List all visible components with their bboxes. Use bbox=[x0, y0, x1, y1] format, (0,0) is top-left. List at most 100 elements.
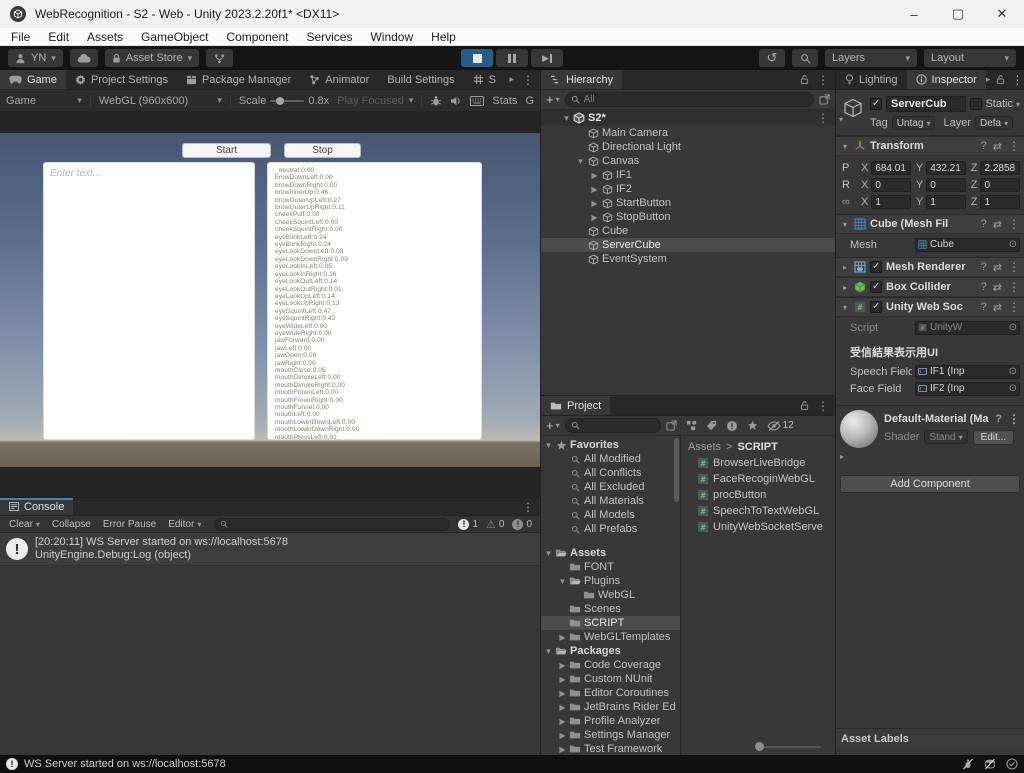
mesh-renderer-header[interactable]: ▸ Mesh Renderer ?⇄⋮ bbox=[836, 257, 1024, 277]
tree-item-all-models[interactable]: All Models bbox=[541, 508, 680, 522]
favorites-star-icon[interactable] bbox=[747, 420, 758, 431]
tree-item-canvas[interactable]: ▼Canvas bbox=[541, 154, 835, 168]
project-search-input[interactable] bbox=[584, 420, 655, 431]
tree-item-if1[interactable]: ▶IF1 bbox=[541, 168, 835, 182]
foldout-arrow[interactable]: ▶ bbox=[557, 689, 568, 698]
tree-item-jetbrains-rider-ed[interactable]: ▶JetBrains Rider Ed bbox=[541, 700, 680, 714]
file-unitywebsocketserve[interactable]: #UnityWebSocketServe bbox=[681, 519, 835, 535]
tree-item-profile-analyzer[interactable]: ▶Profile Analyzer bbox=[541, 714, 680, 728]
foldout-arrow[interactable]: ▼ bbox=[543, 441, 554, 450]
tree-item-main-camera[interactable]: Main Camera bbox=[541, 126, 835, 140]
presets-icon[interactable]: ⇄ bbox=[993, 218, 1002, 231]
lock-icon[interactable] bbox=[800, 400, 809, 411]
tree-item-settings-manager[interactable]: ▶Settings Manager bbox=[541, 728, 680, 742]
foldout-arrow[interactable]: ▶ bbox=[557, 661, 568, 670]
object-picker-icon[interactable]: ⊙ bbox=[1009, 366, 1017, 377]
tab-overflow-arrow[interactable]: ▸ bbox=[986, 74, 991, 85]
mesh-object-field[interactable]: Cube ⊙ bbox=[915, 238, 1020, 252]
rotation-x-field[interactable]: 0 bbox=[871, 178, 911, 192]
minimize-button[interactable]: – bbox=[892, 0, 936, 28]
component-menu-icon[interactable]: ⋮ bbox=[1008, 280, 1020, 294]
websocket-script-header[interactable]: ▾ # Unity Web Soc ?⇄⋮ bbox=[836, 297, 1024, 317]
static-checkbox[interactable] bbox=[970, 98, 982, 110]
menu-services[interactable]: Services bbox=[297, 28, 361, 46]
thumbnail-size-slider[interactable] bbox=[755, 743, 821, 751]
tree-item-all-prefabs[interactable]: All Prefabs bbox=[541, 522, 680, 536]
hierarchy-search[interactable] bbox=[565, 92, 814, 107]
log-count-toggle[interactable]: !1 bbox=[458, 519, 478, 530]
tab-s[interactable]: S bbox=[464, 70, 505, 89]
menu-assets[interactable]: Assets bbox=[78, 28, 132, 46]
tree-item-all-excluded[interactable]: All Excluded bbox=[541, 480, 680, 494]
statusbar[interactable]: ! WS Server started on ws://localhost:56… bbox=[0, 755, 1024, 773]
account-dropdown[interactable]: YN▾ bbox=[8, 49, 63, 67]
layout-dropdown[interactable]: Layout▾ bbox=[924, 49, 1016, 67]
menu-edit[interactable]: Edit bbox=[39, 28, 78, 46]
linked-scale-icon[interactable]: ∞ bbox=[842, 196, 856, 208]
tree-item-webgl[interactable]: WebGL bbox=[541, 588, 680, 602]
foldout-arrow[interactable]: ▸ bbox=[840, 283, 850, 292]
shader-dropdown[interactable]: Stand▾ bbox=[924, 430, 967, 444]
tree-item-cube[interactable]: Cube bbox=[541, 224, 835, 238]
position-z-field[interactable]: 2.2858 bbox=[980, 161, 1020, 175]
tree-item-code-coverage[interactable]: ▶Code Coverage bbox=[541, 658, 680, 672]
tab-hierarchy[interactable]: Hierarchy bbox=[541, 70, 622, 89]
tree-item-all-conflicts[interactable]: All Conflicts bbox=[541, 466, 680, 480]
component-menu-icon[interactable]: ⋮ bbox=[1008, 217, 1020, 231]
gameobject-name-field[interactable]: ServerCub bbox=[886, 96, 966, 112]
layer-dropdown[interactable]: Defa▾ bbox=[975, 116, 1013, 130]
component-menu-icon[interactable]: ⋮ bbox=[1008, 260, 1020, 274]
tab-build-settings[interactable]: Build Settings bbox=[378, 70, 463, 89]
foldout-arrow[interactable]: ▶ bbox=[589, 199, 600, 208]
cloud-button[interactable] bbox=[70, 49, 98, 67]
tab-lighting[interactable]: Lighting bbox=[836, 70, 907, 89]
scene-menu-icon[interactable]: ⋮ bbox=[817, 111, 829, 125]
presets-icon[interactable]: ⇄ bbox=[993, 140, 1002, 153]
tree-item-packages[interactable]: ▼Packages bbox=[541, 644, 680, 658]
log-entry[interactable]: ! [20:20:11] WS Server started on ws://l… bbox=[0, 533, 540, 566]
start-button[interactable]: Start bbox=[182, 143, 271, 158]
create-object-button[interactable]: +▾ bbox=[546, 92, 560, 107]
jump-to-search-icon[interactable] bbox=[819, 94, 830, 105]
component-menu-icon[interactable]: ⋮ bbox=[1008, 139, 1020, 153]
progress-check-icon[interactable] bbox=[1006, 758, 1018, 770]
tab-project[interactable]: Project bbox=[541, 396, 610, 415]
search-by-import-log-icon[interactable] bbox=[726, 420, 738, 432]
tab-inspector[interactable]: Inspector bbox=[907, 70, 986, 89]
static-dropdown-arrow[interactable]: ▾ bbox=[1016, 100, 1020, 109]
keyboard-input-icon[interactable] bbox=[470, 96, 484, 106]
foldout-arrow[interactable]: ▶ bbox=[589, 213, 600, 222]
project-search[interactable] bbox=[565, 418, 661, 433]
foldout-arrow[interactable]: ▼ bbox=[557, 577, 568, 586]
object-picker-icon[interactable]: ⊙ bbox=[1009, 322, 1017, 333]
file-browserlivebridge[interactable]: #BrowserLiveBridge bbox=[681, 455, 835, 471]
foldout-arrow[interactable]: ▶ bbox=[557, 717, 568, 726]
project-pane-menu[interactable]: ⋮ bbox=[817, 399, 829, 413]
file-facerecoginwebgl[interactable]: #FaceRecoginWebGL bbox=[681, 471, 835, 487]
search-by-label-icon[interactable] bbox=[706, 420, 717, 431]
close-button[interactable]: ✕ bbox=[980, 0, 1024, 28]
tree-item-webgltemplates[interactable]: ▶WebGLTemplates bbox=[541, 630, 680, 644]
material-menu-icon[interactable]: ⋮ bbox=[1008, 412, 1020, 426]
display-dropdown[interactable]: Game▾ bbox=[6, 95, 91, 107]
asset-labels-bar[interactable]: Asset Labels bbox=[836, 728, 1024, 748]
foldout-arrow[interactable]: ▾ bbox=[840, 142, 850, 151]
active-checkbox[interactable] bbox=[870, 98, 882, 110]
component-menu-icon[interactable]: ⋮ bbox=[1008, 300, 1020, 314]
file-procbutton[interactable]: #procButton bbox=[681, 487, 835, 503]
menu-gameobject[interactable]: GameObject bbox=[132, 28, 217, 46]
help-icon[interactable]: ? bbox=[981, 301, 987, 313]
tree-item-custom-nunit[interactable]: ▶Custom NUnit bbox=[541, 672, 680, 686]
cache-server-icon[interactable] bbox=[984, 758, 996, 770]
hidden-items-toggle[interactable]: 12 bbox=[767, 420, 794, 431]
position-x-field[interactable]: 684.01 bbox=[871, 161, 911, 175]
help-icon[interactable]: ? bbox=[981, 281, 987, 293]
tree-item-script[interactable]: SCRIPT bbox=[541, 616, 680, 630]
tree-item-if2[interactable]: ▶IF2 bbox=[541, 182, 835, 196]
inspector-pane-menu[interactable]: ⋮ bbox=[1011, 73, 1023, 87]
tree-item-assets[interactable]: ▼Assets bbox=[541, 546, 680, 560]
maximize-button[interactable]: ▢ bbox=[936, 0, 980, 28]
version-control-button[interactable] bbox=[206, 49, 233, 67]
debugger-detached-icon[interactable] bbox=[962, 758, 974, 770]
box-collider-header[interactable]: ▸ Box Collider ?⇄⋮ bbox=[836, 277, 1024, 297]
